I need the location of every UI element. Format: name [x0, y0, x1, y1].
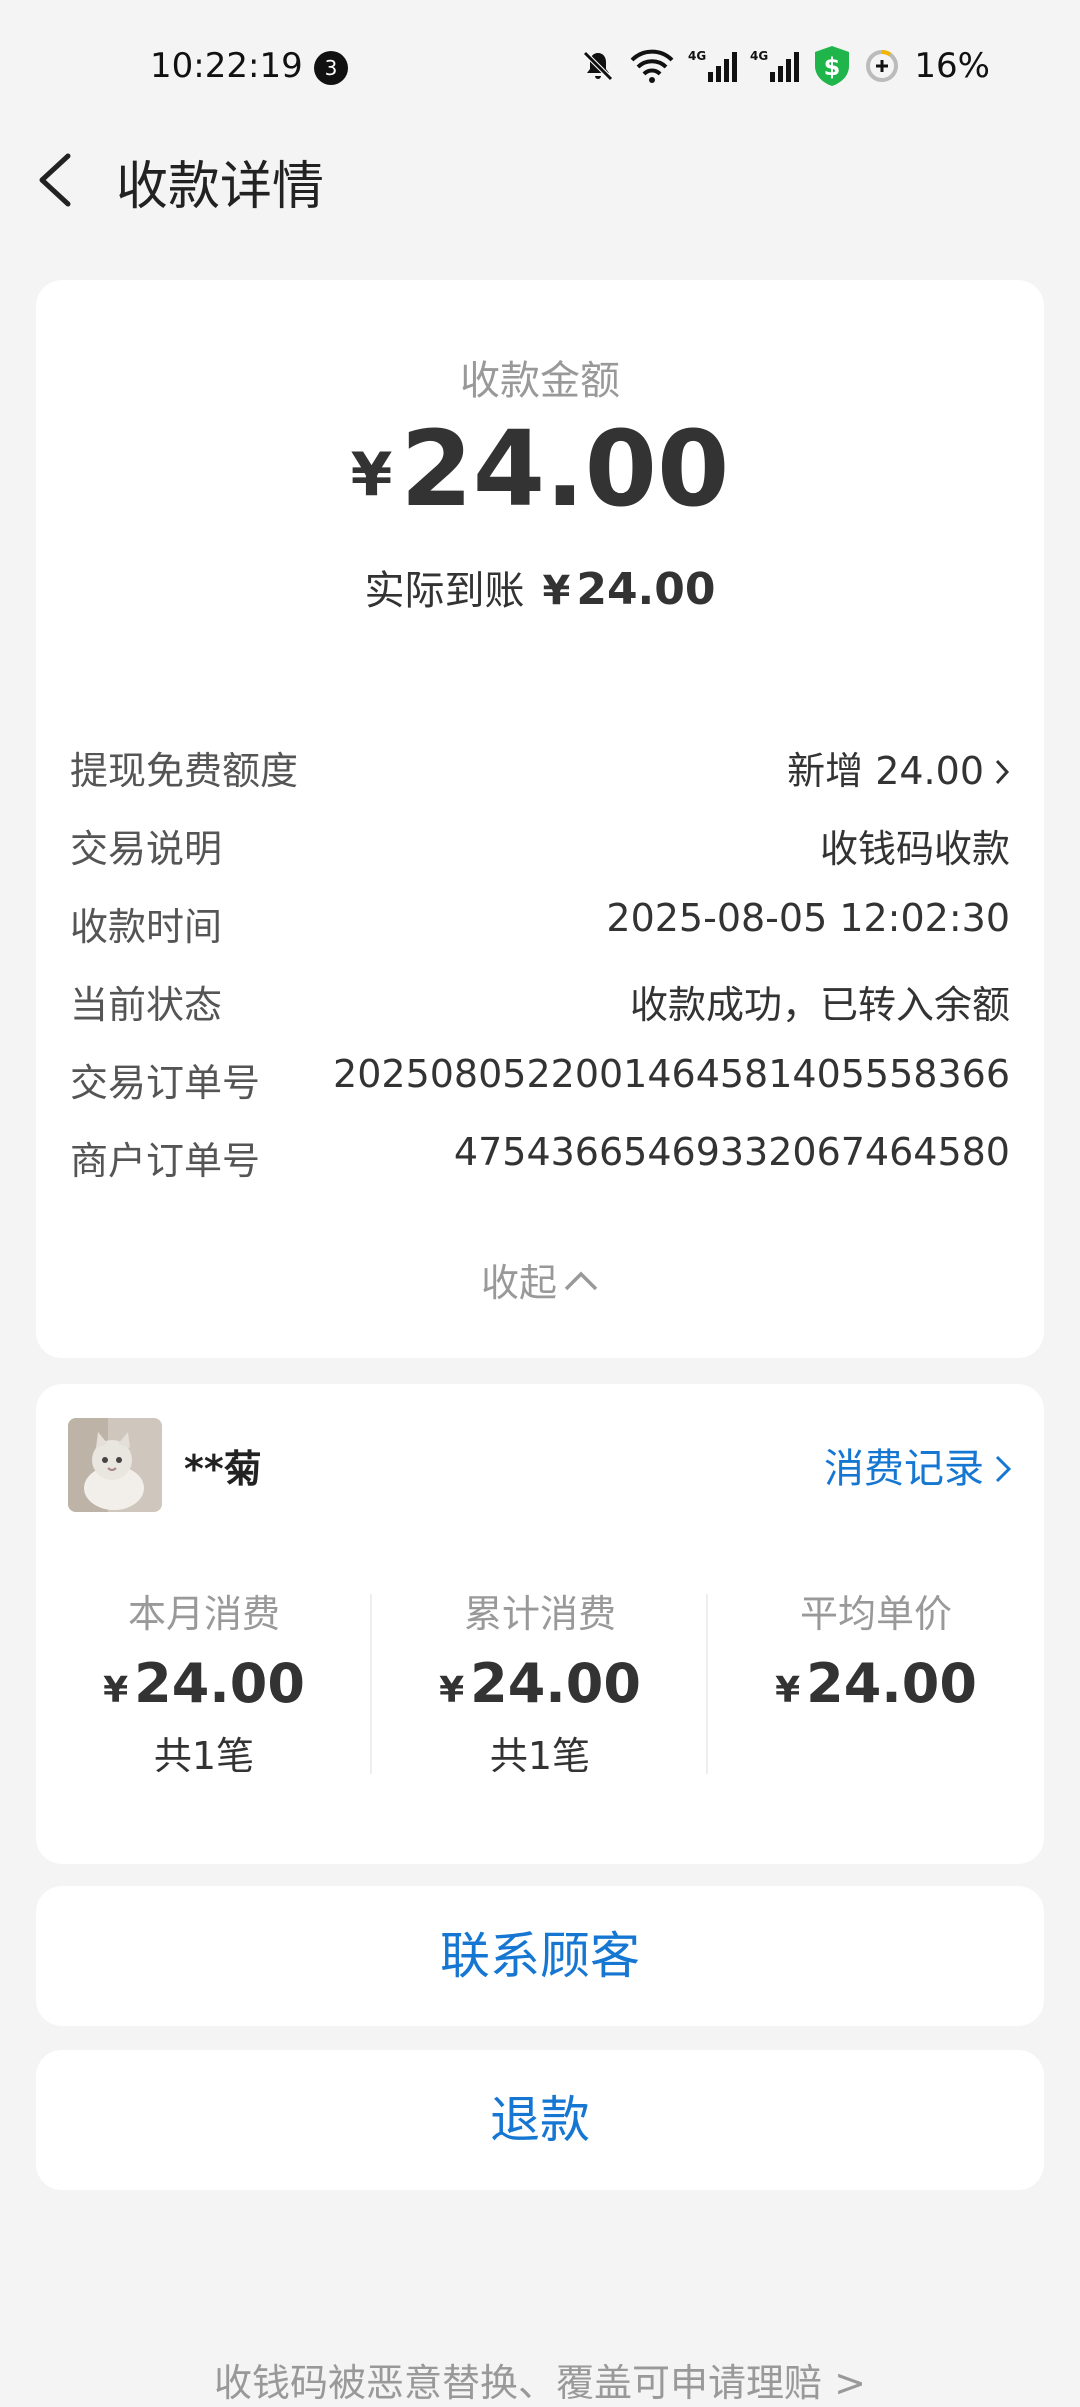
stat-this-month: 本月消费 ¥24.00 共1笔	[36, 1584, 372, 1780]
detail-value[interactable]: 4754366546933206746​4580	[454, 1130, 1010, 1174]
detail-value: 2025-08-05 12:02:30	[606, 896, 1010, 940]
detail-row-withdraw-quota[interactable]: 提现免费额度 新增 24.00	[70, 740, 1010, 800]
battery-saver-icon	[866, 49, 899, 82]
detail-value: 收款成功，已转入余额	[629, 983, 1010, 1027]
svg-text:4G: 4G	[688, 49, 706, 63]
currency-symbol: ¥	[775, 1670, 801, 1711]
detail-row-merchant-order: 商户订单号 4754366546933206746​4580	[70, 1130, 1010, 1190]
received-value: 24.00	[576, 564, 716, 615]
currency-symbol: ¥	[439, 1670, 465, 1711]
received-label: 实际到账	[364, 568, 525, 614]
signal-4g-icon-2: 4G	[750, 49, 800, 82]
chevron-up-icon	[564, 1271, 598, 1291]
detail-row-trade-order: 交易订单号 2025080522001464581405558366	[70, 1052, 1010, 1112]
consumption-records-link[interactable]: 消费记录	[824, 1436, 1012, 1494]
shield-dollar-icon: $	[815, 46, 850, 86]
battery-percent: 16%	[914, 46, 990, 86]
detail-value-text: 新增 24.00	[787, 749, 984, 793]
avatar[interactable]	[68, 1418, 162, 1512]
collapse-button[interactable]: 收起	[36, 1252, 1044, 1307]
currency-symbol: ¥	[350, 440, 393, 510]
claim-compensation-link[interactable]: 收钱码被恶意替换、覆盖可申请理赔 >	[0, 2352, 1080, 2407]
amount-number: 24.00	[400, 408, 730, 530]
stat-amount: 24.00	[134, 1652, 305, 1715]
chevron-right-icon	[995, 1455, 1012, 1483]
stat-value: ¥24.00	[36, 1652, 372, 1715]
stat-value: ¥24.00	[708, 1652, 1044, 1715]
status-bar: 10:22:19 3 4G 4G $ 16%	[0, 0, 1080, 130]
stat-average-price: 平均单价 ¥24.00	[708, 1584, 1044, 1725]
detail-label: 交易说明	[70, 827, 223, 871]
detail-value: 新增 24.00	[787, 740, 1010, 795]
consumption-stats: 本月消费 ¥24.00 共1笔 累计消费 ¥24.00 共1笔 平均单价 ¥24…	[36, 1584, 1044, 1778]
stat-label: 累计消费	[463, 1592, 616, 1636]
wifi-icon	[630, 49, 674, 83]
detail-row-time: 收款时间 2025-08-05 12:02:30	[70, 896, 1010, 956]
page-title: 收款详情	[116, 157, 325, 217]
received-currency: ¥	[542, 568, 571, 614]
refund-button[interactable]: 退款	[36, 2050, 1044, 2190]
detail-label: 商户订单号	[70, 1139, 261, 1183]
records-link-label: 消费记录	[824, 1446, 984, 1492]
svg-text:4G: 4G	[750, 49, 768, 63]
stat-count: 共1笔	[489, 1734, 591, 1778]
stat-label: 本月消费	[127, 1592, 280, 1636]
stat-value: ¥24.00	[372, 1652, 708, 1715]
detail-label: 当前状态	[70, 983, 223, 1027]
collapse-label: 收起	[480, 1261, 557, 1305]
customer-name: **菊	[184, 1447, 262, 1491]
detail-row-status: 当前状态 收款成功，已转入余额	[70, 974, 1010, 1034]
detail-label: 收款时间	[70, 905, 223, 949]
status-icons: 4G 4G $ 16%	[580, 44, 990, 88]
detail-value: 收钱码收款	[819, 827, 1010, 871]
detail-value[interactable]: 2025080522001464581405558366	[333, 1052, 1010, 1096]
mute-icon	[583, 51, 614, 81]
amount-label: 收款金额	[460, 358, 620, 404]
back-arrow-icon[interactable]	[34, 148, 78, 212]
received-amount: 实际到账 ¥24.00	[36, 558, 1044, 616]
stat-amount: 24.00	[470, 1652, 641, 1715]
notification-badge: 3	[314, 51, 348, 85]
detail-label: 提现免费额度	[70, 749, 299, 793]
chevron-right-icon	[995, 759, 1010, 785]
detail-row-description: 交易说明 收钱码收款	[70, 818, 1010, 878]
contact-customer-button[interactable]: 联系顾客	[36, 1886, 1044, 2026]
status-time: 10:22:19	[150, 46, 303, 86]
svg-text:$: $	[824, 53, 841, 81]
payment-detail-card: 收款金额 ¥24.00 实际到账 ¥24.00 提现免费额度 新增 24.00 交…	[36, 280, 1044, 1358]
signal-4g-icon: 4G	[688, 49, 738, 82]
currency-symbol: ¥	[103, 1670, 129, 1711]
stat-amount: 24.00	[806, 1652, 977, 1715]
customer-card: **菊 消费记录 本月消费 ¥24.00 共1笔 累计消费 ¥24.00 共1笔…	[36, 1384, 1044, 1864]
stat-count: 共1笔	[153, 1734, 255, 1778]
stat-total: 累计消费 ¥24.00 共1笔	[372, 1584, 708, 1780]
detail-label: 交易订单号	[70, 1061, 261, 1105]
stat-label: 平均单价	[799, 1592, 952, 1636]
amount-value: ¥24.00	[36, 408, 1044, 530]
